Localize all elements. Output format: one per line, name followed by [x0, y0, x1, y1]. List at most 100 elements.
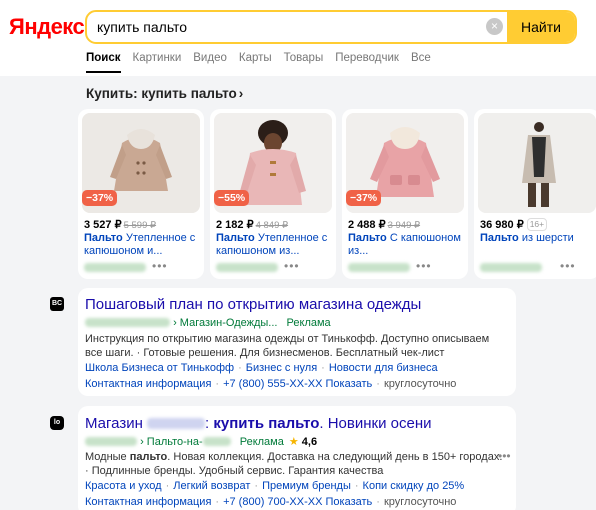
old-price: 5 599 ₽	[123, 220, 157, 231]
product-title[interactable]: Пальто С капюшоном из...	[348, 232, 464, 258]
tab-products[interactable]: Товары	[284, 51, 324, 73]
show-phone-link[interactable]: Показать	[326, 496, 373, 508]
sitelink[interactable]: Копи скидку до 25%	[363, 480, 465, 492]
tab-search[interactable]: Поиск	[86, 51, 121, 73]
tab-video[interactable]: Видео	[193, 51, 227, 73]
url-path-blurred	[202, 437, 231, 446]
more-icon[interactable]: •••	[498, 449, 511, 463]
result-title[interactable]: Магазин : купить пальто. Новинки осени	[85, 415, 432, 432]
more-icon[interactable]: •••	[152, 259, 168, 273]
tab-all[interactable]: Все	[411, 51, 431, 73]
desc-lead: Модные	[85, 451, 130, 463]
price: 36 980 ₽	[480, 219, 524, 231]
show-phone-link[interactable]: Показать	[326, 378, 373, 390]
result-url[interactable]: › Пальто-на- Реклама ★ 4,6	[85, 435, 317, 448]
search-box: × Найти	[85, 10, 577, 44]
sitelink[interactable]: Школа Бизнеса от Тинькофф	[85, 362, 234, 374]
phone-number: +7 (800) 555-XX-XX	[223, 378, 323, 390]
separator-dot: ·	[376, 378, 380, 390]
separator-dot: ·	[215, 496, 220, 508]
url-separator: ›	[140, 436, 144, 448]
age-badge: 16+	[526, 218, 548, 231]
discount-badge: −37%	[346, 190, 382, 206]
shopping-title-text: Купить: купить пальто	[86, 86, 237, 101]
favicon-icon: lo	[50, 416, 64, 430]
more-icon[interactable]: •••	[560, 259, 576, 273]
product-image[interactable]	[478, 113, 596, 213]
tab-maps[interactable]: Карты	[239, 51, 272, 73]
product-title-bold: Пальто	[348, 232, 387, 244]
price-row: 2 182 ₽4 849 ₽	[216, 218, 334, 231]
separator-dot: ·	[165, 480, 170, 492]
title-blurred	[147, 418, 206, 429]
sitelink[interactable]: Красота и уход	[85, 480, 162, 492]
ad-label: Реклама	[286, 317, 331, 329]
favicon-icon: BC	[50, 297, 64, 311]
separator-dot: ·	[321, 362, 325, 374]
logo-text: Яндекс	[9, 14, 85, 39]
product-card[interactable]: 36 980 ₽16+ Пальто из шерсти •••	[474, 109, 596, 279]
sitelinks: Школа Бизнеса от Тинькофф · Бизнес с нуля ·…	[85, 362, 438, 374]
price: 2 182 ₽	[216, 219, 254, 231]
search-button[interactable]: Найти	[507, 12, 575, 42]
contact-info-link[interactable]: Контактная информация	[85, 378, 211, 390]
tab-translate[interactable]: Переводчик	[335, 51, 399, 73]
tab-images[interactable]: Картинки	[133, 51, 182, 73]
old-price: 3 949 ₽	[387, 220, 421, 231]
product-title[interactable]: Пальто Утепленное с капюшоном и...	[84, 232, 200, 258]
working-hours: круглосуточно	[383, 378, 457, 390]
contact-row: Контактная информация · +7 (800) 700-XX-XX…	[85, 496, 456, 508]
result-description: Модные пальто. Новая коллекция. Доставка…	[85, 450, 505, 478]
separator-dot: ·	[238, 362, 242, 374]
price-row: 36 980 ₽16+	[480, 218, 596, 231]
contact-info-link[interactable]: Контактная информация	[85, 496, 211, 508]
clear-icon[interactable]: ×	[486, 18, 503, 35]
product-title[interactable]: Пальто Утепленное с капюшоном из...	[216, 232, 332, 258]
title-bold: купить пальто	[213, 415, 320, 432]
discount-badge: −37%	[82, 190, 118, 206]
star-icon: ★	[288, 436, 299, 448]
more-icon[interactable]: •••	[416, 259, 432, 273]
result-description: Инструкция по открытию магазина одежды о…	[85, 333, 490, 359]
header: Яндекс × Найти Поиск Картинки Видео Карт…	[0, 0, 596, 76]
shopping-title[interactable]: Купить: купить пальто ›	[86, 86, 243, 101]
separator-dot: ·	[215, 378, 220, 390]
old-price: 4 849 ₽	[255, 220, 289, 231]
shop-name-blurred	[348, 263, 410, 272]
contact-row: Контактная информация · +7 (800) 555-XX-XX…	[85, 378, 456, 390]
result-title[interactable]: Пошаговый план по открытию магазина одеж…	[85, 296, 421, 313]
ad-result-card: Пошаговый план по открытию магазина одеж…	[78, 288, 516, 396]
sitelink[interactable]: Премиум бренды	[262, 480, 351, 492]
product-card[interactable]: −37% 2 488 ₽3 949 ₽ Пальто С капюшоном и…	[342, 109, 468, 279]
ad-result-card: Магазин : купить пальто. Новинки осени ›…	[78, 406, 516, 510]
title-suffix: . Новинки осени	[319, 415, 432, 432]
sitelinks: Красота и уход · Легкий возврат · Премиум бр…	[85, 480, 464, 492]
search-input[interactable]	[87, 12, 507, 42]
shop-name-blurred	[480, 263, 542, 272]
price: 3 527 ₽	[84, 219, 122, 231]
separator-dot: ·	[376, 496, 380, 508]
url-domain-blurred	[85, 318, 170, 327]
search-tabs: Поиск Картинки Видео Карты Товары Перево…	[86, 51, 431, 73]
more-icon[interactable]: •••	[284, 259, 300, 273]
product-title[interactable]: Пальто из шерсти	[480, 232, 596, 258]
url-path: Магазин-Одежды...	[179, 317, 278, 329]
separator-dot: ·	[354, 480, 359, 492]
separator-dot: ·	[254, 480, 259, 492]
product-card[interactable]: −55% 2 182 ₽4 849 ₽ Пальто Утепленное с …	[210, 109, 336, 279]
rating-value: 4,6	[301, 436, 318, 448]
sitelink[interactable]: Новости для бизнеса	[329, 362, 438, 374]
shop-name-blurred	[84, 263, 146, 272]
result-url[interactable]: › Магазин-Одежды... Реклама	[85, 317, 331, 329]
chevron-right-icon: ›	[238, 86, 244, 101]
product-title-rest: из шерсти	[518, 232, 574, 244]
title-prefix: Магазин	[85, 415, 148, 432]
url-path: Пальто-на-	[146, 436, 203, 448]
sitelink[interactable]: Легкий возврат	[173, 480, 250, 492]
shop-name-blurred	[216, 263, 278, 272]
working-hours: круглосуточно	[383, 496, 457, 508]
price-row: 2 488 ₽3 949 ₽	[348, 218, 466, 231]
sitelink[interactable]: Бизнес с нуля	[246, 362, 317, 374]
yandex-logo[interactable]: Яндекс	[9, 14, 85, 40]
product-card[interactable]: −37% 3 527 ₽5 599 ₽ Пальто Утепленное с …	[78, 109, 204, 279]
